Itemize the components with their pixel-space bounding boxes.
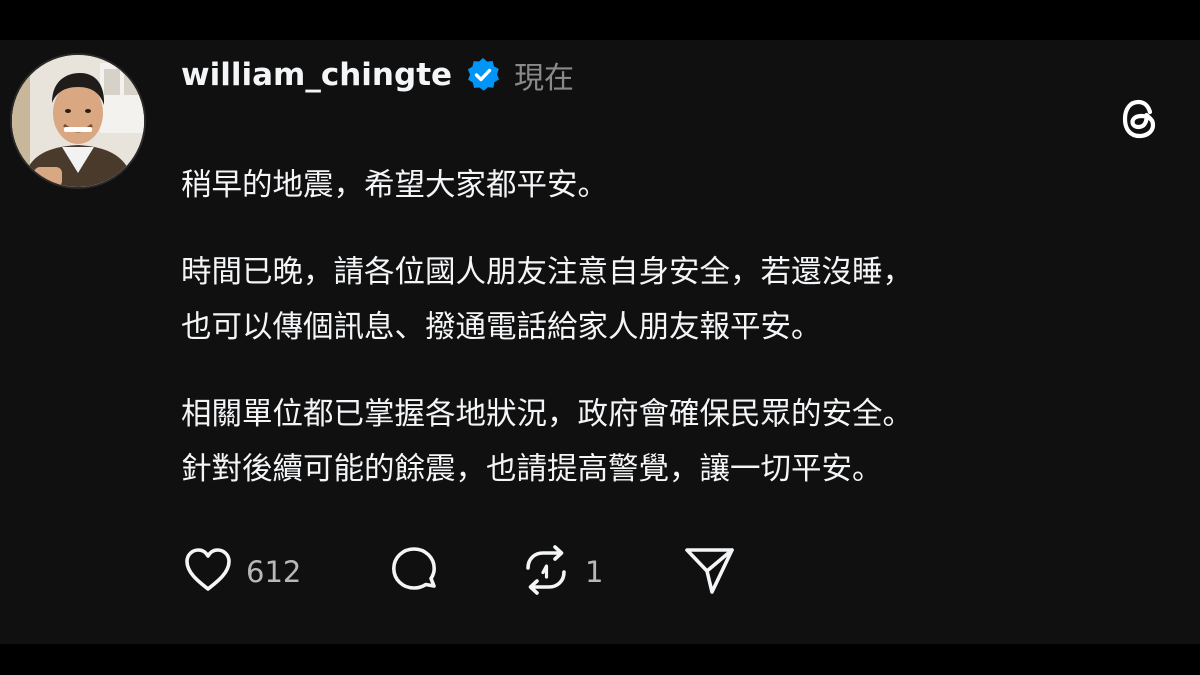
send-icon — [680, 541, 738, 603]
share-button[interactable] — [680, 542, 738, 602]
comment-button[interactable] — [385, 542, 443, 602]
post-actions: 612 1 — [180, 542, 780, 602]
avatar-photo — [12, 55, 144, 187]
post-paragraph: 稍早的地震，希望大家都平安。 — [181, 168, 608, 203]
post-paragraph-line: 也可以傳個訊息、撥通電話給家人朋友報平安。 — [181, 310, 822, 345]
username-link[interactable]: william_chingte — [181, 57, 452, 93]
threads-logo-icon[interactable] — [1114, 92, 1166, 144]
verified-badge-icon — [464, 56, 502, 94]
repost-button[interactable]: 1 — [517, 542, 603, 602]
bottom-bar — [0, 644, 1200, 675]
post-paragraph: 相關單位都已掌握各地狀況，政府會確保民眾的安全。 — [181, 397, 913, 432]
avatar[interactable] — [10, 53, 146, 189]
post-timestamp: 現在 — [514, 61, 575, 96]
post-header: william_chingte 現在 — [181, 52, 574, 98]
post-text: 稍早的地震，希望大家都平安。 時間已晚，請各位國人朋友注意自身安全，若還沒睡， … — [181, 158, 1171, 497]
repost-icon — [517, 541, 575, 603]
heart-icon — [180, 542, 236, 602]
like-button[interactable]: 612 — [180, 542, 301, 602]
comment-bubble-icon — [385, 541, 443, 603]
post-paragraph-line: 針對後續可能的餘震，也請提高警覺，讓一切平安。 — [181, 452, 883, 487]
post-paragraph: 時間已晚，請各位國人朋友注意自身安全，若還沒睡， — [181, 255, 913, 290]
repost-count: 1 — [585, 555, 604, 589]
top-bar — [0, 0, 1200, 40]
like-count: 612 — [246, 555, 302, 589]
